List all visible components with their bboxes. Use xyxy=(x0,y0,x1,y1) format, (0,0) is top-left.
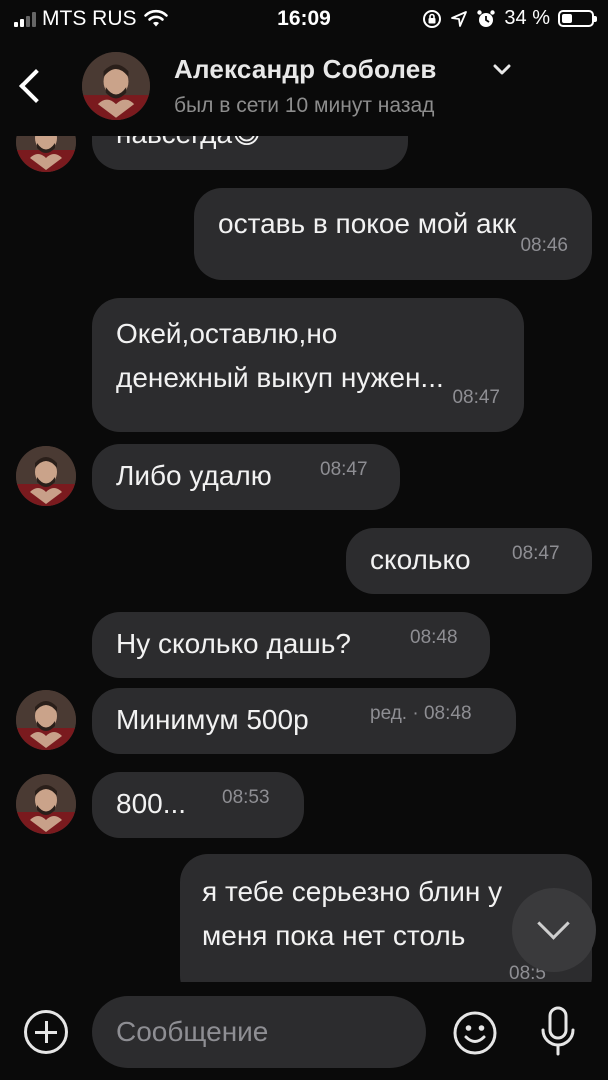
back-icon[interactable] xyxy=(14,64,48,108)
message-time: 08:46 xyxy=(330,136,378,152)
message-text-line-1: Окей,оставлю,но xyxy=(116,318,338,349)
scroll-down-button[interactable] xyxy=(512,888,596,972)
message-list[interactable]: навсегда😄 08:46 оставь в покое мой акк 0… xyxy=(0,136,608,982)
message-time: 08:47 xyxy=(452,387,500,408)
incoming-message-bubble[interactable]: Минимум 500р ред. · 08:48 xyxy=(92,688,516,754)
message-time: 08:46 xyxy=(520,235,568,256)
status-bar: MTS RUS 16:09 34 % xyxy=(0,0,608,40)
avatar-image xyxy=(16,446,76,506)
avatar-image xyxy=(16,136,76,172)
message-text-line-2: денежный выкуп нужен... xyxy=(116,362,444,393)
status-right: 34 % xyxy=(422,7,597,30)
avatar-image xyxy=(16,774,76,834)
outgoing-message-bubble[interactable]: сколько 08:47 xyxy=(346,528,592,594)
message-text: оставь в покое мой акк xyxy=(218,208,517,239)
incoming-message-bubble[interactable]: Окей,оставлю,но денежный выкуп нужен... … xyxy=(92,298,524,432)
incoming-message-bubble[interactable]: навсегда😄 08:46 xyxy=(92,136,408,170)
add-attachment-button[interactable] xyxy=(24,1010,68,1054)
message-text: навсегда😄 xyxy=(116,136,261,149)
contact-name[interactable]: Александр Соболев xyxy=(174,54,437,85)
emoji-icon[interactable] xyxy=(452,1010,498,1056)
alarm-icon xyxy=(477,9,496,27)
message-input[interactable] xyxy=(92,996,426,1068)
avatar-image xyxy=(16,690,76,750)
last-seen-status: был в сети 10 минут назад xyxy=(174,94,435,117)
avatar[interactable] xyxy=(16,774,76,834)
incoming-message-bubble[interactable]: 800... 08:53 xyxy=(92,772,304,838)
message-time: 08:47 xyxy=(512,543,560,564)
battery-icon xyxy=(558,10,597,27)
message-time: ред. · 08:48 xyxy=(370,703,472,724)
battery-percent: 34 % xyxy=(504,7,550,29)
message-time: 08:53 xyxy=(222,787,270,808)
message-time: 08:48 xyxy=(410,627,458,648)
avatar[interactable] xyxy=(82,52,150,120)
chevron-down-icon[interactable] xyxy=(492,62,512,78)
message-text: Ну сколько дашь? xyxy=(116,628,351,659)
avatar[interactable] xyxy=(16,136,76,172)
outgoing-message-bubble[interactable]: оставь в покое мой акк 08:46 xyxy=(194,188,592,280)
location-icon xyxy=(451,10,468,27)
incoming-message-bubble[interactable]: Либо удалю 08:47 xyxy=(92,444,400,510)
avatar[interactable] xyxy=(16,446,76,506)
avatar-image xyxy=(82,52,150,120)
message-text: Либо удалю xyxy=(116,460,272,491)
avatar[interactable] xyxy=(16,690,76,750)
message-text: Минимум 500р xyxy=(116,704,309,735)
message-time: 08:47 xyxy=(320,459,368,480)
input-bar xyxy=(0,982,608,1080)
message-text: 800... xyxy=(116,788,187,819)
lock-rotation-icon xyxy=(423,9,442,28)
microphone-icon[interactable] xyxy=(536,1004,580,1060)
message-text-line-1: я тебе серьезно блин у xyxy=(202,876,503,907)
chat-header: Александр Соболев был в сети 10 минут на… xyxy=(0,40,608,136)
message-text: сколько xyxy=(370,544,471,575)
incoming-message-bubble[interactable]: Ну сколько дашь? 08:48 xyxy=(92,612,490,678)
